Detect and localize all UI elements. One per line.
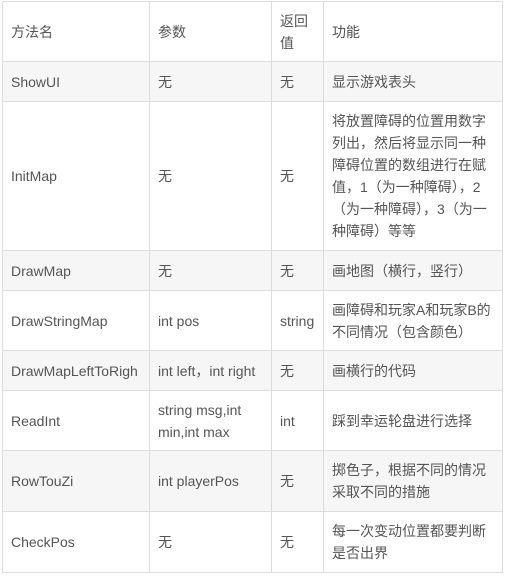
header-return-value: 返回值	[271, 1, 324, 62]
method-name-cell: CheckPos	[2, 511, 150, 573]
params-cell: int playerPos	[149, 450, 272, 512]
params-cell: 无	[149, 511, 272, 573]
method-name-cell: DrawStringMap	[2, 290, 150, 351]
params-cell: 无	[149, 250, 272, 291]
return-cell: 无	[271, 101, 324, 251]
method-name-cell: RowTouZi	[2, 450, 150, 512]
description-cell: 将放置障碍的位置用数字列出，然后将显示同一种障碍位置的数组进行在赋值，1（为一种…	[323, 101, 503, 251]
return-cell: int	[271, 390, 324, 451]
table-header-row: 方法名 参数 返回值 功能	[2, 1, 503, 62]
table-row: DrawStringMap int pos string 画障碍和玩家A和玩家B…	[2, 290, 503, 351]
params-cell: int left，int right	[149, 350, 272, 391]
table-row: ShowUI 无 无 显示游戏表头	[2, 61, 503, 102]
method-table: 方法名 参数 返回值 功能 ShowUI 无 无 显示游戏表头 InitMap …	[2, 1, 503, 573]
return-cell: 无	[271, 450, 324, 512]
return-cell: 无	[271, 61, 324, 102]
params-cell: 无	[149, 101, 272, 251]
table-row: ReadInt string msg,int min,int max int 踩…	[2, 390, 503, 451]
description-cell: 画障碍和玩家A和玩家B的不同情况（包含颜色）	[323, 290, 503, 351]
description-cell: 画地图（横行，竖行）	[323, 250, 503, 291]
return-cell: 无	[271, 511, 324, 573]
params-cell: int pos	[149, 290, 272, 351]
header-method-name: 方法名	[2, 1, 150, 62]
description-cell: 显示游戏表头	[323, 61, 503, 102]
method-name-cell: InitMap	[2, 101, 150, 251]
table-row: DrawMapLeftToRigh int left，int right 无 画…	[2, 350, 503, 391]
description-cell: 踩到幸运轮盘进行选择	[323, 390, 503, 451]
header-params: 参数	[149, 1, 272, 62]
return-cell: string	[271, 290, 324, 351]
method-name-cell: DrawMapLeftToRigh	[2, 350, 150, 391]
header-function: 功能	[323, 1, 503, 62]
return-cell: 无	[271, 350, 324, 391]
method-name-cell: ReadInt	[2, 390, 150, 451]
params-cell: string msg,int min,int max	[149, 390, 272, 451]
description-cell: 掷色子，根据不同的情况采取不同的措施	[323, 450, 503, 512]
method-name-cell: DrawMap	[2, 250, 150, 291]
method-name-cell: ShowUI	[2, 61, 150, 102]
description-cell: 每一次变动位置都要判断是否出界	[323, 511, 503, 573]
table-row: RowTouZi int playerPos 无 掷色子，根据不同的情况采取不同…	[2, 450, 503, 512]
table-row: InitMap 无 无 将放置障碍的位置用数字列出，然后将显示同一种障碍位置的数…	[2, 101, 503, 251]
params-cell: 无	[149, 61, 272, 102]
description-cell: 画横行的代码	[323, 350, 503, 391]
return-cell: 无	[271, 250, 324, 291]
table-row: DrawMap 无 无 画地图（横行，竖行）	[2, 250, 503, 291]
table-row: CheckPos 无 无 每一次变动位置都要判断是否出界	[2, 511, 503, 573]
